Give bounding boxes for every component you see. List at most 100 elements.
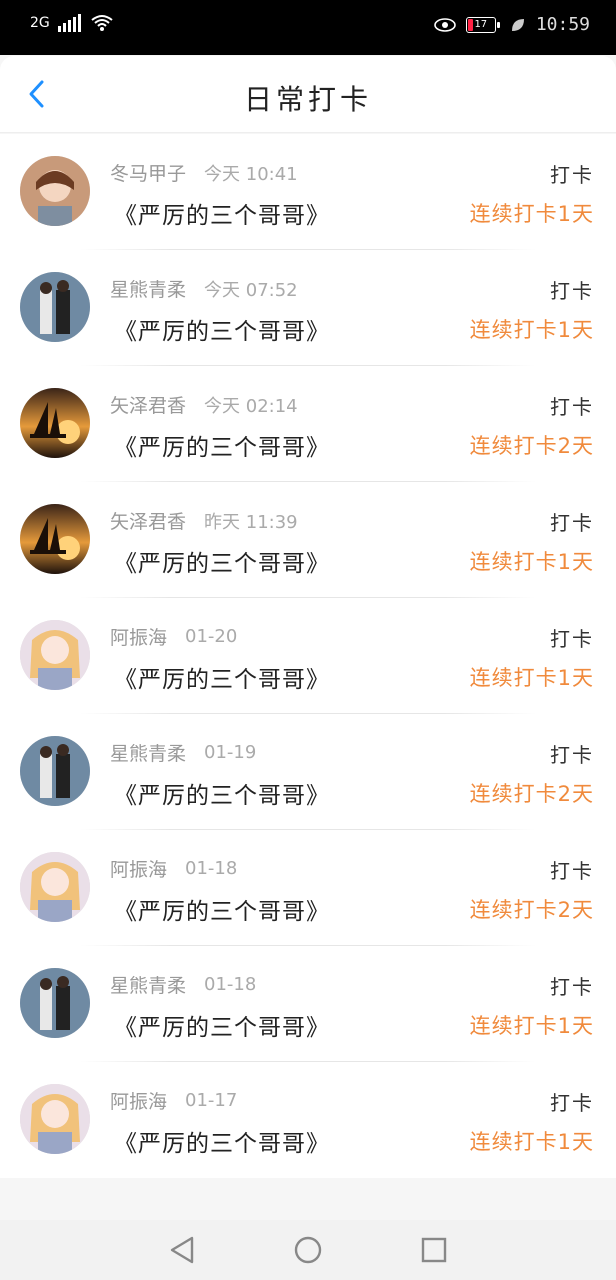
meta-line: 星熊青柔 01-18 bbox=[110, 971, 256, 998]
clock: 10:59 bbox=[535, 14, 590, 35]
nav-back-button[interactable] bbox=[162, 1230, 202, 1270]
book-title[interactable]: 《严厉的三个哥哥》 bbox=[114, 892, 330, 926]
couple-photo-icon bbox=[20, 968, 90, 1038]
book-title[interactable]: 《严厉的三个哥哥》 bbox=[114, 660, 330, 694]
timestamp: 01-18 bbox=[185, 858, 238, 879]
battery-icon: 17 bbox=[465, 16, 500, 33]
username[interactable]: 冬马甲子 bbox=[110, 159, 186, 186]
book-title[interactable]: 《严厉的三个哥哥》 bbox=[114, 428, 330, 462]
book-title[interactable]: 《严厉的三个哥哥》 bbox=[114, 1124, 330, 1158]
sunset-boat-icon bbox=[20, 388, 90, 458]
avatar[interactable] bbox=[20, 852, 90, 922]
timestamp: 今天 02:14 bbox=[204, 395, 298, 417]
status-bar: 2G 17 10:59 bbox=[0, 0, 616, 55]
timestamp: 01-18 bbox=[204, 974, 257, 995]
streak-label: 连续打卡2天 bbox=[469, 434, 594, 458]
couple-photo-icon bbox=[20, 736, 90, 806]
girl-portrait-icon bbox=[20, 156, 90, 226]
checkin-list: 冬马甲子 今天 10:41 《严厉的三个哥哥》 打卡 连续打卡1天 星熊青柔 今… bbox=[0, 134, 616, 1178]
streak-label: 连续打卡1天 bbox=[469, 202, 594, 226]
streak-label: 连续打卡1天 bbox=[469, 1014, 594, 1038]
checkin-tag: 打卡 bbox=[550, 511, 594, 535]
timestamp: 01-20 bbox=[185, 626, 238, 647]
list-item[interactable]: 矢泽君香 今天 02:14 《严厉的三个哥哥》 打卡 连续打卡2天 bbox=[0, 366, 616, 482]
list-item[interactable]: 阿振海 01-18 《严厉的三个哥哥》 打卡 连续打卡2天 bbox=[0, 830, 616, 946]
timestamp: 昨天 11:39 bbox=[204, 511, 298, 533]
timestamp: 01-17 bbox=[185, 1090, 238, 1111]
checkin-tag: 打卡 bbox=[550, 163, 594, 187]
avatar[interactable] bbox=[20, 156, 90, 226]
circle-home-icon bbox=[294, 1236, 322, 1264]
checkin-tag: 打卡 bbox=[550, 743, 594, 767]
streak-label: 连续打卡1天 bbox=[469, 1130, 594, 1154]
avatar[interactable] bbox=[20, 1084, 90, 1154]
signal-icon bbox=[57, 14, 81, 32]
couple-photo-icon bbox=[20, 272, 90, 342]
avatar[interactable] bbox=[20, 736, 90, 806]
anime-girl-icon bbox=[20, 620, 90, 690]
book-title[interactable]: 《严厉的三个哥哥》 bbox=[114, 312, 330, 346]
username[interactable]: 星熊青柔 bbox=[110, 275, 186, 302]
checkin-tag: 打卡 bbox=[550, 279, 594, 303]
checkin-tag: 打卡 bbox=[550, 627, 594, 651]
list-item[interactable]: 阿振海 01-17 《严厉的三个哥哥》 打卡 连续打卡1天 bbox=[0, 1062, 616, 1178]
meta-line: 阿振海 01-17 bbox=[110, 1087, 237, 1114]
list-item[interactable]: 星熊青柔 01-18 《严厉的三个哥哥》 打卡 连续打卡1天 bbox=[0, 946, 616, 1062]
battery-level: 17 bbox=[474, 19, 488, 30]
avatar[interactable] bbox=[20, 388, 90, 458]
network-type: 2G bbox=[30, 15, 50, 31]
avatar[interactable] bbox=[20, 272, 90, 342]
meta-line: 矢泽君香 今天 02:14 bbox=[110, 391, 298, 418]
checkin-tag: 打卡 bbox=[550, 975, 594, 999]
page-title: 日常打卡 bbox=[243, 83, 372, 116]
list-item[interactable]: 星熊青柔 01-19 《严厉的三个哥哥》 打卡 连续打卡2天 bbox=[0, 714, 616, 830]
nav-home-button[interactable] bbox=[288, 1230, 328, 1270]
timestamp: 01-19 bbox=[204, 742, 257, 763]
list-item[interactable]: 矢泽君香 昨天 11:39 《严厉的三个哥哥》 打卡 连续打卡1天 bbox=[0, 482, 616, 598]
book-title[interactable]: 《严厉的三个哥哥》 bbox=[114, 776, 330, 810]
list-item[interactable]: 星熊青柔 今天 07:52 《严厉的三个哥哥》 打卡 连续打卡1天 bbox=[0, 250, 616, 366]
meta-line: 星熊青柔 01-19 bbox=[110, 739, 256, 766]
timestamp: 今天 10:41 bbox=[204, 163, 298, 185]
book-title[interactable]: 《严厉的三个哥哥》 bbox=[114, 544, 330, 578]
username[interactable]: 阿振海 bbox=[110, 1087, 167, 1114]
list-item[interactable]: 冬马甲子 今天 10:41 《严厉的三个哥哥》 打卡 连续打卡1天 bbox=[0, 134, 616, 250]
anime-girl-icon bbox=[20, 1084, 90, 1154]
meta-line: 星熊青柔 今天 07:52 bbox=[110, 275, 298, 302]
avatar[interactable] bbox=[20, 968, 90, 1038]
nav-recents-button[interactable] bbox=[414, 1230, 454, 1270]
checkin-tag: 打卡 bbox=[550, 395, 594, 419]
checkin-tag: 打卡 bbox=[550, 859, 594, 883]
streak-label: 连续打卡1天 bbox=[469, 550, 594, 574]
wifi-icon bbox=[91, 15, 113, 31]
list-item[interactable]: 阿振海 01-20 《严厉的三个哥哥》 打卡 连续打卡1天 bbox=[0, 598, 616, 714]
username[interactable]: 星熊青柔 bbox=[110, 739, 186, 766]
anime-girl-icon bbox=[20, 852, 90, 922]
system-nav-bar bbox=[0, 1220, 616, 1280]
book-title[interactable]: 《严厉的三个哥哥》 bbox=[114, 1008, 330, 1042]
square-recents-icon bbox=[421, 1237, 447, 1263]
username[interactable]: 矢泽君香 bbox=[110, 391, 186, 418]
streak-label: 连续打卡2天 bbox=[469, 782, 594, 806]
streak-label: 连续打卡1天 bbox=[469, 666, 594, 690]
triangle-back-icon bbox=[170, 1236, 194, 1264]
username[interactable]: 阿振海 bbox=[110, 623, 167, 650]
streak-label: 连续打卡1天 bbox=[469, 318, 594, 342]
book-title[interactable]: 《严厉的三个哥哥》 bbox=[114, 196, 330, 230]
meta-line: 阿振海 01-20 bbox=[110, 623, 237, 650]
timestamp: 今天 07:52 bbox=[204, 279, 298, 301]
avatar[interactable] bbox=[20, 504, 90, 574]
username[interactable]: 矢泽君香 bbox=[110, 507, 186, 534]
avatar[interactable] bbox=[20, 620, 90, 690]
checkin-tag: 打卡 bbox=[550, 1091, 594, 1115]
leaf-icon bbox=[511, 18, 524, 31]
meta-line: 阿振海 01-18 bbox=[110, 855, 237, 882]
streak-label: 连续打卡2天 bbox=[469, 898, 594, 922]
username[interactable]: 星熊青柔 bbox=[110, 971, 186, 998]
eye-comfort-icon bbox=[434, 17, 456, 32]
app-header: 日常打卡 bbox=[0, 56, 616, 133]
meta-line: 冬马甲子 今天 10:41 bbox=[110, 159, 298, 186]
sunset-boat-icon bbox=[20, 504, 90, 574]
username[interactable]: 阿振海 bbox=[110, 855, 167, 882]
meta-line: 矢泽君香 昨天 11:39 bbox=[110, 507, 298, 534]
